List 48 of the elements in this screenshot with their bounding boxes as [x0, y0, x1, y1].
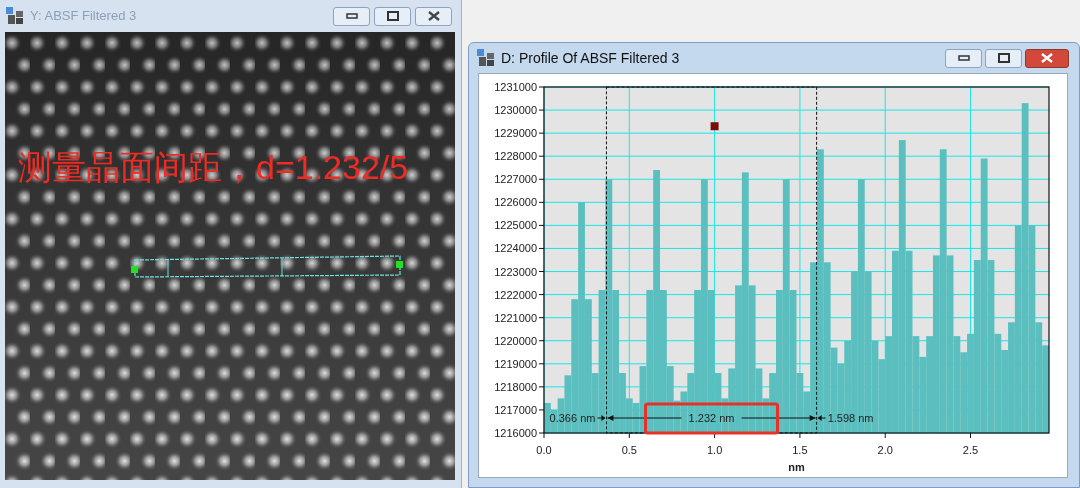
minimize-icon — [345, 13, 358, 19]
y-tick-label: 1225000 — [494, 219, 537, 232]
profile-selection[interactable] — [131, 255, 403, 278]
annotation-text: 测量晶面间距，d=1.232/5 — [18, 150, 409, 184]
window-title: D: Profile Of ABSF Filtered 3 — [501, 48, 681, 68]
close-icon — [427, 11, 440, 21]
y-tick-label: 1221000 — [494, 311, 537, 324]
y-tick-label: 1222000 — [494, 288, 537, 301]
y-tick-label: 1228000 — [494, 150, 537, 163]
close-button[interactable] — [415, 6, 452, 26]
y-tick-label: 1224000 — [494, 242, 537, 255]
x-tick-label: 0.0 — [536, 444, 552, 456]
minimize-button[interactable] — [945, 48, 982, 68]
x-tick-label: 2.5 — [962, 444, 979, 456]
y-tick-label: 1218000 — [494, 380, 537, 393]
data-marker[interactable] — [710, 122, 719, 131]
x-tick-label: 1.0 — [706, 444, 723, 456]
maximize-icon — [997, 53, 1010, 63]
measurement-label: 1.598 nm — [827, 412, 874, 424]
selection-region[interactable] — [605, 86, 818, 434]
y-tick-label: 1226000 — [494, 196, 537, 209]
close-icon — [1041, 53, 1053, 63]
y-tick-label: 1231000 — [494, 81, 537, 93]
measurement-label: 0.366 nm — [549, 412, 596, 424]
y-tick-label: 1217000 — [494, 403, 537, 416]
y-tick-label: 1219000 — [494, 357, 537, 370]
maximize-button[interactable] — [374, 6, 411, 26]
x-tick-label: 2.0 — [877, 444, 893, 456]
app-icon — [477, 49, 495, 67]
minimize-button[interactable] — [333, 6, 370, 26]
maximize-icon — [386, 11, 399, 21]
x-tick-label: 1.5 — [792, 444, 808, 456]
app-icon — [6, 7, 24, 25]
minimize-icon — [957, 55, 970, 61]
y-tick-label: 1220000 — [494, 334, 537, 347]
x-tick-label: 0.5 — [621, 444, 637, 456]
pointer-arrow — [596, 415, 606, 421]
measurement-label: 1.232 nm — [688, 412, 735, 424]
window-title: Y: ABSF Filtered 3 — [30, 7, 138, 26]
y-tick-label: 1229000 — [494, 127, 537, 140]
y-tick-label: 1227000 — [494, 173, 537, 186]
pointer-arrow — [817, 415, 827, 421]
y-tick-label: 1216000 — [494, 427, 537, 439]
maximize-button[interactable] — [985, 48, 1022, 68]
x-axis-label: nm — [788, 461, 805, 473]
y-tick-label: 1230000 — [494, 104, 537, 117]
y-tick-label: 1223000 — [494, 265, 537, 278]
close-button[interactable] — [1025, 48, 1069, 68]
